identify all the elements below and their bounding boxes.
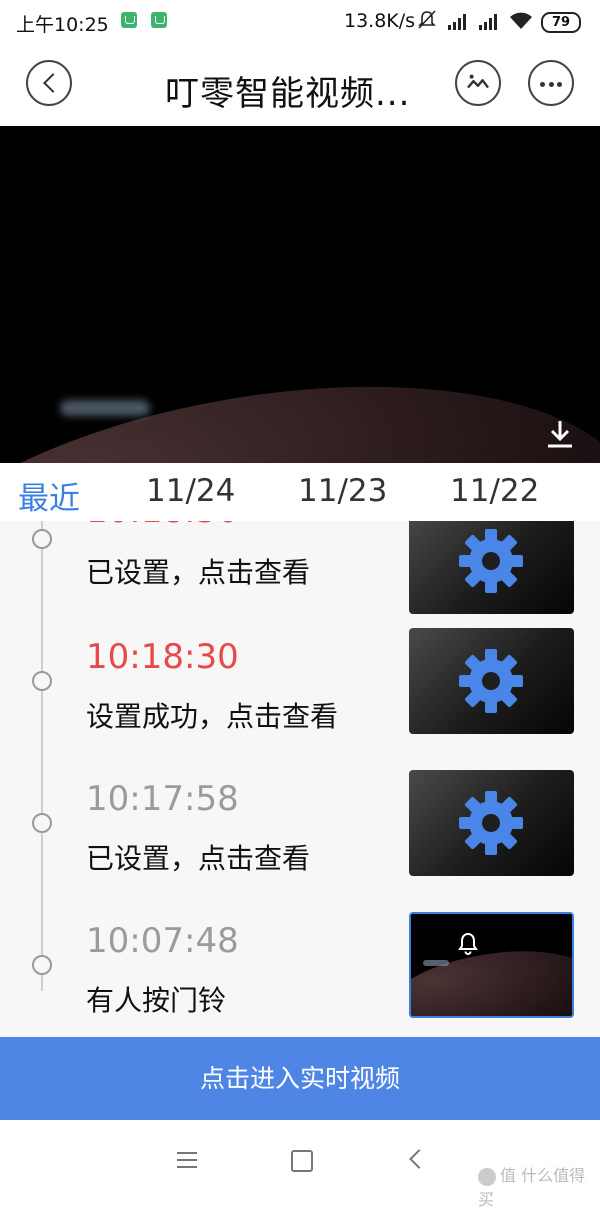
timeline-dot: [32, 955, 52, 975]
status-bar: 上午10:25 13.8K/s 79: [0, 0, 600, 44]
wifi-icon: [510, 12, 532, 29]
tab-recent[interactable]: 最近: [18, 473, 80, 518]
back-button[interactable]: [26, 60, 72, 106]
list-item[interactable]: 10:18:30 已设置，点击查看: [0, 521, 600, 614]
tab-11-22[interactable]: 11/22: [450, 473, 539, 509]
event-description: 有人按门铃: [86, 984, 227, 1017]
clock: 上午10:25: [16, 14, 109, 36]
logo-icon: [478, 1167, 496, 1186]
event-timeline[interactable]: 10:18:30 已设置，点击查看 10:18:30: [0, 521, 600, 1037]
home-icon[interactable]: [291, 1150, 313, 1172]
back-nav-icon[interactable]: [409, 1149, 429, 1169]
mute-icon: [418, 10, 436, 29]
signal-icon: [448, 14, 466, 30]
download-icon[interactable]: [546, 419, 574, 449]
event-time: 10:17:58: [86, 779, 239, 819]
event-time: 10:18:30: [86, 637, 239, 677]
page-title: 叮零智能视频...: [165, 74, 411, 114]
signal-hd-icon: [479, 14, 497, 30]
album-icon: [467, 74, 489, 89]
bell-icon: [458, 932, 478, 955]
list-item[interactable]: 10:18:30 设置成功，点击查看: [0, 540, 600, 734]
video-preview[interactable]: [0, 126, 600, 463]
wechat-notification-icon: [151, 12, 167, 28]
menu-icon[interactable]: [177, 1152, 197, 1168]
enter-live-video-button[interactable]: 点击进入实时视频: [0, 1037, 600, 1120]
battery-indicator: 79: [541, 12, 581, 33]
watermark: 值 什么值得买: [478, 1166, 586, 1209]
album-button[interactable]: [455, 60, 501, 106]
more-options-button[interactable]: [528, 60, 574, 106]
list-item[interactable]: 10:07:48 有人按门铃: [0, 824, 600, 1018]
event-time: 10:18:30: [86, 521, 239, 531]
tab-11-23[interactable]: 11/23: [298, 473, 387, 509]
app-header: 叮零智能视频...: [0, 44, 600, 126]
event-thumbnail[interactable]: [409, 912, 574, 1018]
system-nav-bar: 值 什么值得买: [0, 1120, 600, 1209]
wechat-notification-icon: [121, 12, 137, 28]
event-time: 10:07:48: [86, 921, 239, 961]
date-tabs: 最近 11/24 11/23 11/22: [0, 463, 600, 522]
list-item[interactable]: 10:17:58 已设置，点击查看: [0, 682, 600, 876]
tab-11-24[interactable]: 11/24: [146, 473, 235, 509]
network-speed: 13.8K/s: [344, 10, 416, 32]
